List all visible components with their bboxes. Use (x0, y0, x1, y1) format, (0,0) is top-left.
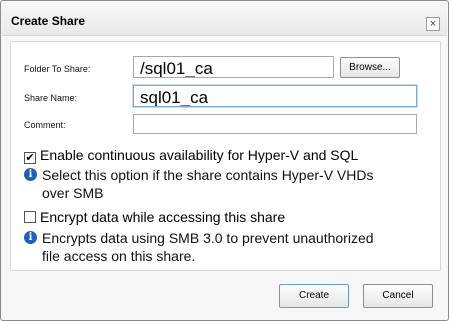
continuous-availability-info-line1: Select this option if the share contains… (42, 167, 374, 183)
create-button[interactable]: Create (279, 284, 349, 308)
dialog-titlebar: Create Share × (2, 2, 447, 36)
form-panel: Folder To Share: /sql01_ca Browse... Sha… (10, 41, 441, 271)
encrypt-data-info-line2: file access on this share. (42, 248, 196, 264)
close-icon[interactable]: × (426, 17, 440, 31)
info-icon: i (24, 168, 37, 181)
continuous-availability-label: Enable continuous availability for Hyper… (40, 147, 359, 163)
encrypt-data-checkbox[interactable] (24, 211, 36, 223)
folder-to-share-input[interactable]: /sql01_ca (133, 56, 334, 78)
comment-input[interactable] (133, 114, 417, 134)
cancel-button[interactable]: Cancel (363, 284, 433, 308)
share-name-label: Share Name: (24, 93, 78, 103)
continuous-availability-info: i Select this option if the share contai… (24, 166, 436, 202)
browse-button[interactable]: Browse... (340, 57, 400, 78)
continuous-availability-checkbox[interactable]: ✔ (24, 152, 36, 164)
comment-label: Comment: (24, 120, 66, 130)
encrypt-data-info-line1: Encrypts data using SMB 3.0 to prevent u… (42, 230, 374, 246)
folder-to-share-label: Folder To Share: (24, 64, 91, 74)
encrypt-data-label: Encrypt data while accessing this share (40, 209, 286, 225)
continuous-availability-info-line2: over SMB (42, 185, 104, 201)
create-share-dialog: Create Share × Folder To Share: /sql01_c… (0, 0, 449, 321)
share-name-input[interactable]: sql01_ca (133, 85, 417, 107)
continuous-availability-option[interactable]: ✔ Enable continuous availability for Hype… (24, 147, 358, 164)
dialog-title: Create Share (11, 14, 86, 28)
info-icon: i (24, 231, 37, 244)
encrypt-data-option[interactable]: Encrypt data while accessing this share (24, 209, 285, 225)
encrypt-data-info: i Encrypts data using SMB 3.0 to prevent… (24, 229, 436, 265)
